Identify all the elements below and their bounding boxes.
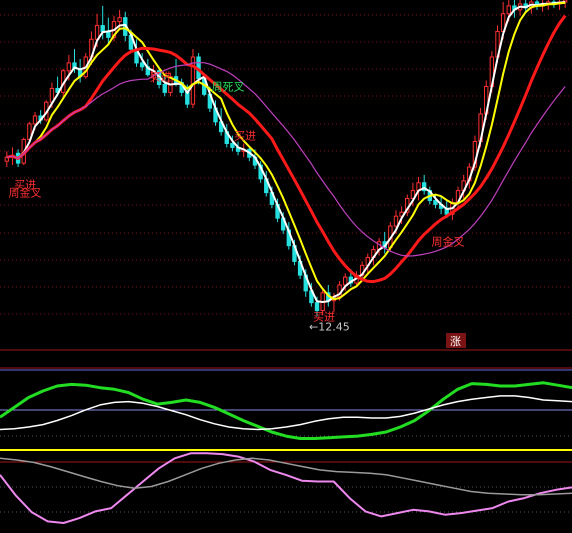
signal-label: 周金叉 bbox=[431, 235, 464, 249]
candle bbox=[117, 17, 122, 23]
main-price-panel bbox=[4, 0, 568, 317]
indicator-1-series-line bbox=[0, 381, 572, 440]
candle bbox=[66, 62, 72, 72]
candle bbox=[185, 91, 190, 105]
candle bbox=[230, 142, 235, 148]
candle bbox=[162, 84, 167, 93]
indicator-1-series-line bbox=[0, 395, 572, 431]
stock-chart-screen: 买进 周金叉 买进 周死叉 买进 买进 周金叉 ←12.45 涨 bbox=[0, 0, 572, 533]
candle bbox=[32, 115, 38, 125]
low-price-label: ←12.45 bbox=[309, 320, 350, 333]
candle bbox=[343, 276, 348, 286]
indicator-panel-2 bbox=[0, 452, 572, 524]
signal-label: 周死叉 bbox=[212, 80, 245, 93]
indicator-panel-1 bbox=[0, 381, 572, 440]
indicator-2-series-line bbox=[0, 457, 572, 496]
badge-label: 涨 bbox=[450, 335, 461, 348]
candle bbox=[100, 25, 105, 32]
chart-canvas: 买进周金叉买进周死叉买进买进周金叉←12.45涨 bbox=[0, 0, 572, 524]
candle bbox=[393, 215, 399, 227]
candle bbox=[139, 62, 145, 68]
signal-label: 买进 bbox=[234, 130, 256, 143]
signal-label: 买进 bbox=[149, 71, 171, 84]
candle bbox=[506, 5, 511, 15]
candle bbox=[190, 56, 196, 105]
candle bbox=[314, 302, 320, 312]
signal-label: 周金叉 bbox=[8, 186, 41, 200]
